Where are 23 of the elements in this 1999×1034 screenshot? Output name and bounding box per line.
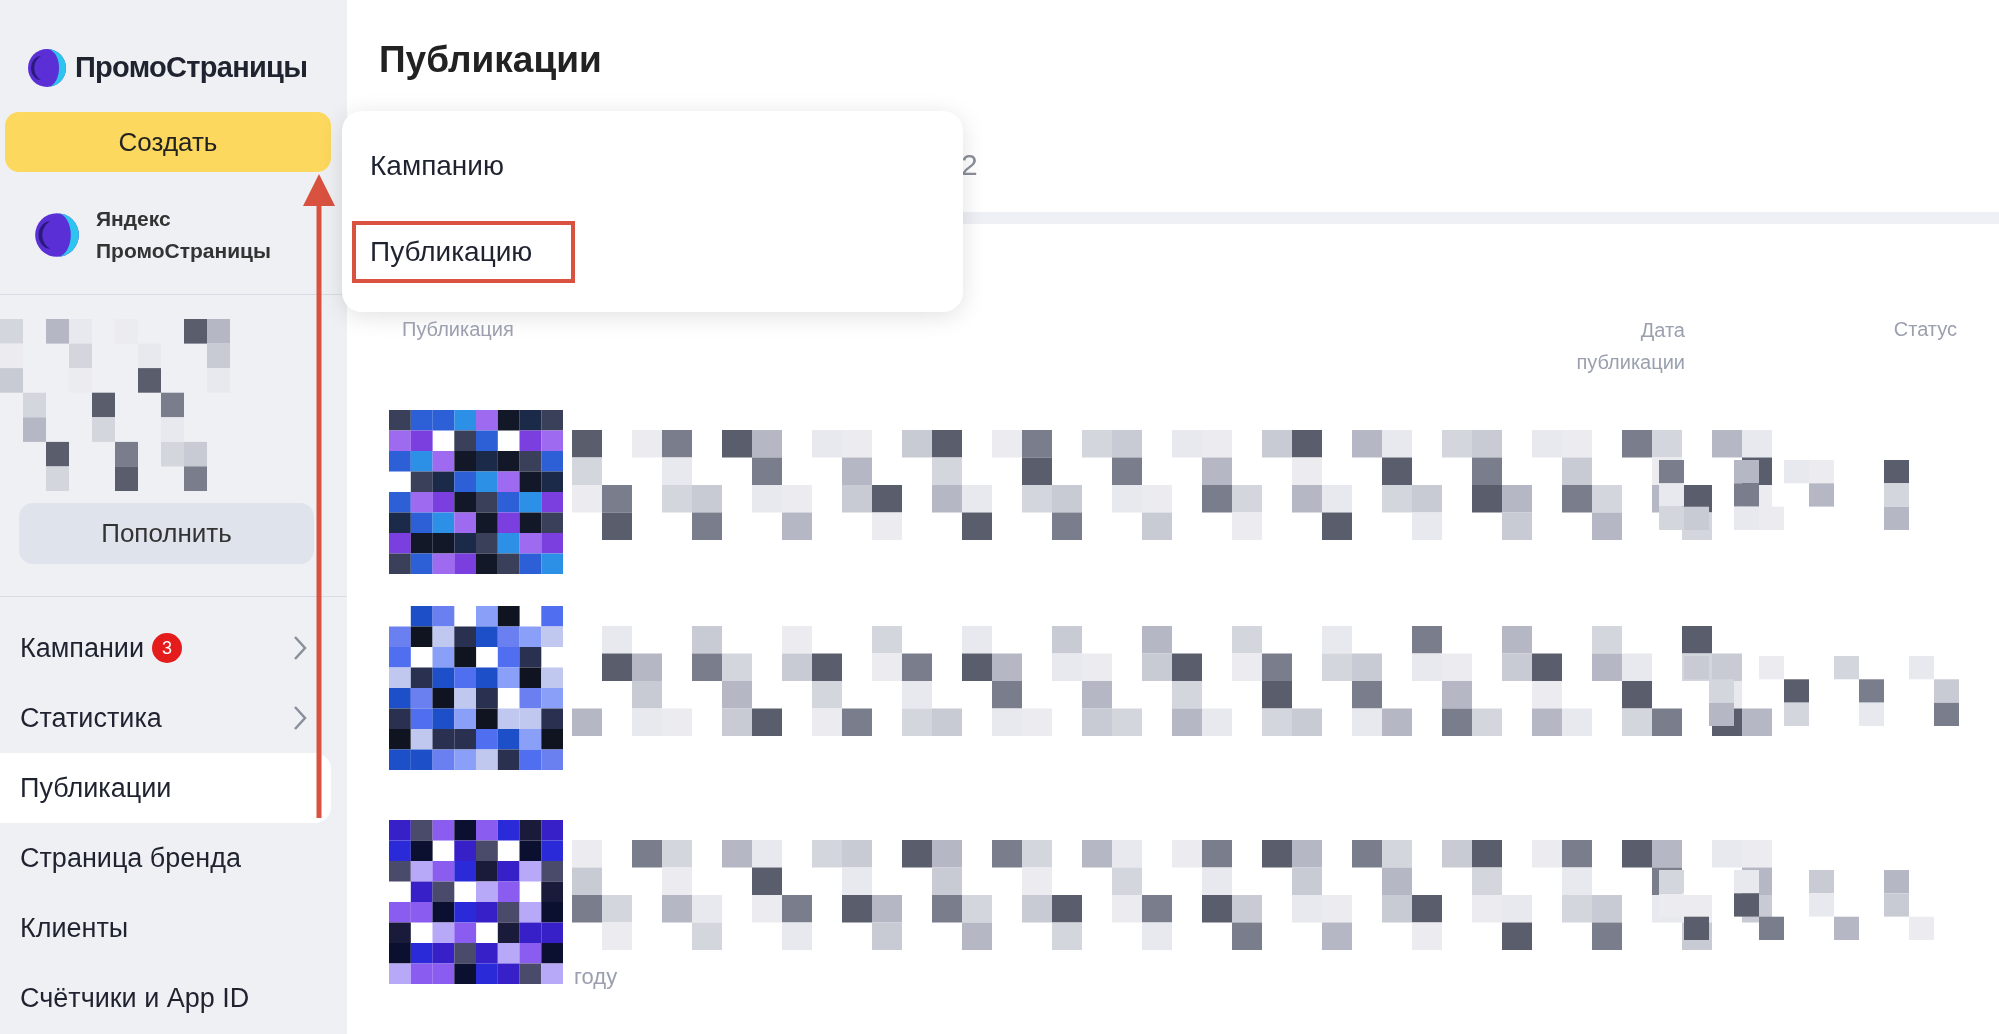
nav-item[interactable]: Публикации <box>0 753 331 823</box>
nav-item[interactable]: Страница бренда <box>0 823 331 893</box>
count-badge: 3 <box>152 633 183 663</box>
chevron-right-icon <box>293 705 307 731</box>
nav-item[interactable]: Счётчики и App ID <box>0 963 331 1033</box>
nav-item[interactable]: Статистика <box>0 683 331 753</box>
logo-text: ПромоСтраницы <box>75 50 308 86</box>
account-name: ПромоСтраницы <box>96 238 271 264</box>
menu-item[interactable]: Публикацию <box>352 221 575 283</box>
create-button[interactable]: Создать <box>5 112 331 172</box>
column-header: Дата публикации <box>1575 318 1685 375</box>
logo-icon <box>34 212 80 258</box>
nav-item[interactable]: Кампании 3 <box>0 613 331 683</box>
cell-text: году <box>574 963 618 991</box>
nav-item[interactable]: Клиенты <box>0 893 331 963</box>
account-name: Яндекс <box>96 206 172 232</box>
top-up-button[interactable]: Пополнить <box>19 503 314 564</box>
logo-icon <box>27 48 67 88</box>
column-header: Публикация <box>402 317 514 342</box>
page-title: Публикации <box>379 38 602 82</box>
column-header: Статус <box>1893 317 1957 342</box>
menu-item[interactable]: Кампанию <box>352 135 575 197</box>
chevron-right-icon <box>293 635 307 661</box>
